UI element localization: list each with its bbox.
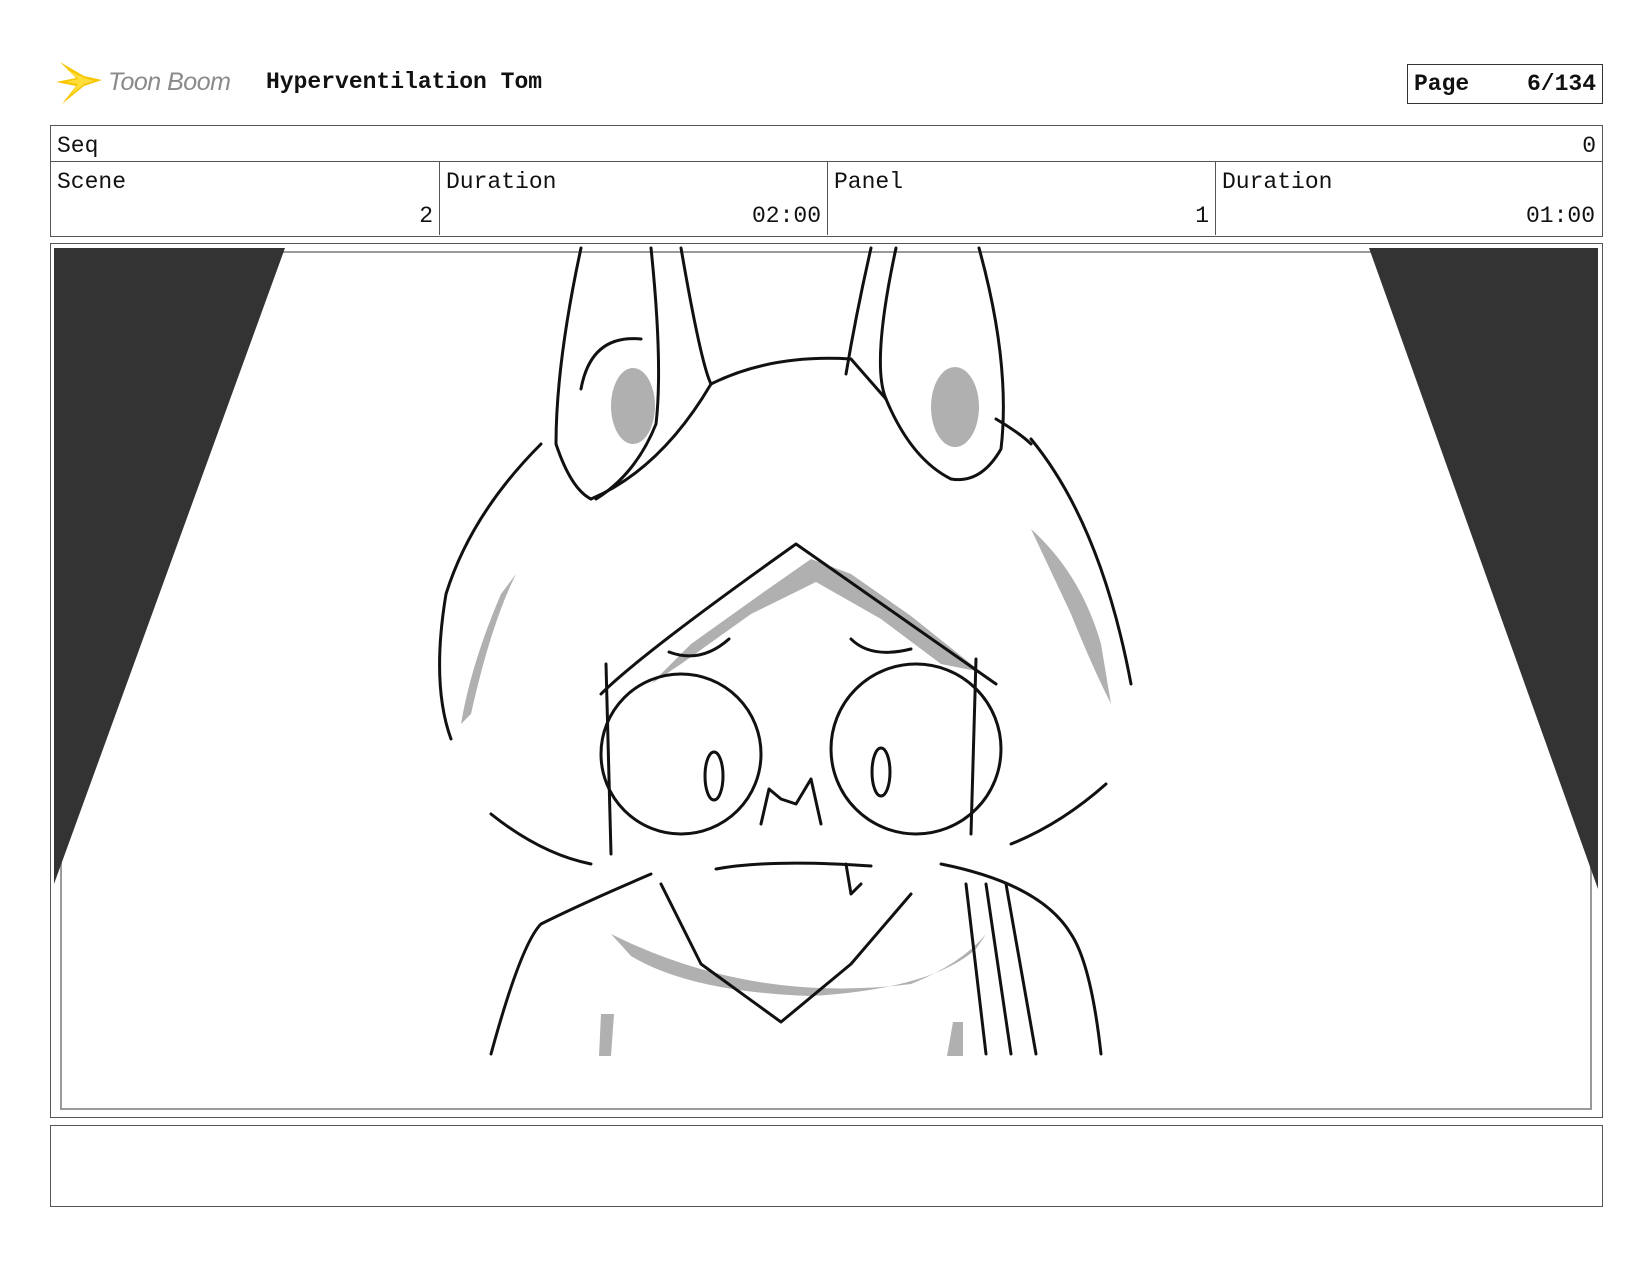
panel-drawing: [54, 246, 1598, 1110]
panel-value: 1: [1195, 203, 1209, 229]
shot-info-table: Seq 0 Scene 2 Duration 02:00 Panel 1 Dur…: [50, 125, 1603, 237]
left-curtain: [54, 248, 285, 884]
seq-value: 0: [1582, 133, 1596, 159]
page-label: Page: [1414, 71, 1470, 97]
panel-cell: Panel 1: [828, 162, 1216, 235]
scene-label: Scene: [57, 169, 127, 195]
scene-value: 2: [419, 203, 433, 229]
scene-duration-label: Duration: [446, 169, 557, 195]
page-number: 6/134: [1526, 71, 1596, 97]
seq-label: Seq: [57, 133, 99, 159]
project-title: Hyperventilation Tom: [266, 69, 543, 95]
logo-text: Toon Boom: [108, 67, 231, 96]
panel-notes-box: [50, 1125, 1603, 1207]
scene-cell: Scene 2: [51, 162, 440, 235]
panel-duration-label: Duration: [1222, 169, 1333, 195]
character-lineart: [438, 246, 1133, 1056]
panel-duration-value: 01:00: [1525, 203, 1595, 229]
panel-label: Panel: [834, 169, 904, 195]
panel-duration-cell: Duration 01:00: [1216, 162, 1601, 235]
page-indicator: Page 6/134: [1407, 64, 1603, 104]
scene-duration-cell: Duration 02:00: [440, 162, 828, 235]
storyboard-panel: [50, 243, 1603, 1118]
toon-boom-logo: Toon Boom: [54, 56, 254, 108]
storyboard-header: Toon Boom Hyperventilation Tom Page 6/13…: [50, 56, 1603, 108]
scene-duration-value: 02:00: [751, 203, 821, 229]
seq-row: Seq 0: [51, 126, 1602, 162]
safe-frame: [60, 251, 1592, 1110]
character-shading: [461, 367, 1111, 1056]
starburst-logo-icon: [56, 62, 102, 104]
right-curtain: [1369, 248, 1598, 889]
